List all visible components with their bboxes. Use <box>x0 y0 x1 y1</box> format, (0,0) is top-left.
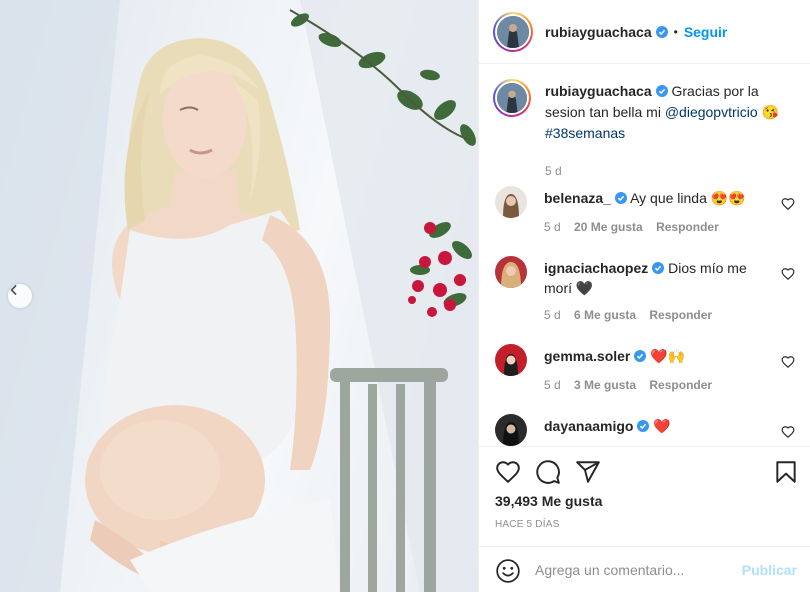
caption-time[interactable]: 5 d <box>545 164 562 178</box>
caption-emoji: 😘 <box>761 104 779 120</box>
comment-input[interactable] <box>535 555 735 585</box>
commenter-avatar[interactable] <box>495 186 527 218</box>
follow-button[interactable]: Seguir <box>684 24 728 40</box>
caption-text: rubiayguachaca Gracias por la sesion tan… <box>545 81 793 144</box>
comment-time[interactable]: 5 d <box>544 378 561 392</box>
comment-meta: 5 d 3 Me gusta Responder <box>544 378 722 392</box>
comment-body: dayanaamigo ❤️ <box>544 416 774 436</box>
comment-like-heart-icon[interactable] <box>781 425 795 439</box>
comment-time[interactable]: 5 d <box>544 220 561 234</box>
verified-badge-icon <box>637 420 650 432</box>
post-header: rubiayguachaca • Seguir <box>479 0 810 64</box>
post-actions: 39,493 Me gusta HACE 5 DÍAS <box>479 446 810 546</box>
smiley-icon[interactable] <box>495 558 521 584</box>
commenter-username[interactable]: gemma.soler <box>544 348 630 364</box>
carousel-prev-button[interactable] <box>8 284 32 308</box>
separator-dot: • <box>673 24 678 39</box>
post-timestamp[interactable]: HACE 5 DÍAS <box>495 519 559 530</box>
commenter-username[interactable]: dayanaamigo <box>544 418 633 434</box>
comment-meta: 5 d 20 Me gusta Responder <box>544 220 729 234</box>
comment-likes[interactable]: 6 Me gusta <box>574 308 636 322</box>
verified-badge-icon <box>655 25 668 38</box>
chevron-left-icon <box>10 285 17 295</box>
author-avatar[interactable] <box>493 11 533 52</box>
post-photo[interactable] <box>0 0 478 592</box>
caption-hashtag[interactable]: #38semanas <box>545 125 625 141</box>
comment-body: ignaciachaopez Dios mío me morí 🖤 <box>544 258 774 298</box>
reply-button[interactable]: Responder <box>649 308 712 322</box>
commenter-avatar[interactable] <box>495 414 527 446</box>
comments-list[interactable]: rubiayguachaca Gracias por la sesion tan… <box>479 65 810 446</box>
comment-bubble-icon[interactable] <box>535 459 561 485</box>
comment-like-heart-icon[interactable] <box>781 197 795 211</box>
paper-plane-icon[interactable] <box>575 459 601 485</box>
bookmark-icon[interactable] <box>773 459 799 485</box>
verified-badge-icon <box>655 85 668 97</box>
comment-composer: Publicar <box>479 546 810 592</box>
caption-username[interactable]: rubiayguachaca <box>545 83 652 99</box>
verified-badge-icon <box>614 192 627 204</box>
reply-button[interactable]: Responder <box>656 220 719 234</box>
comment-likes[interactable]: 3 Me gusta <box>574 378 636 392</box>
photo-illustration <box>0 0 478 592</box>
caption-mention[interactable]: @diegopvtricio <box>665 104 758 120</box>
commenter-avatar[interactable] <box>495 344 527 376</box>
comment-like-heart-icon[interactable] <box>781 355 795 369</box>
reply-button[interactable]: Responder <box>649 378 712 392</box>
comment-body: gemma.soler ❤️🙌 <box>544 346 774 366</box>
comment-body: belenaza_ Ay que linda 😍😍 <box>544 188 774 208</box>
verified-badge-icon <box>634 350 647 362</box>
commenter-username[interactable]: belenaza_ <box>544 190 611 206</box>
commenter-avatar[interactable] <box>495 256 527 288</box>
comment-like-heart-icon[interactable] <box>781 267 795 281</box>
commenter-username[interactable]: ignaciachaopez <box>544 260 648 276</box>
comment-time[interactable]: 5 d <box>544 308 561 322</box>
comment-text: ❤️ <box>653 418 671 434</box>
comment-meta: 5 d 6 Me gusta Responder <box>544 308 722 322</box>
publish-button[interactable]: Publicar <box>742 562 797 578</box>
comment-text: ❤️🙌 <box>650 348 686 364</box>
comment-text: Ay que linda 😍😍 <box>630 190 746 206</box>
likes-count[interactable]: 39,493 Me gusta <box>495 493 602 509</box>
post-side-panel: rubiayguachaca • Seguir rubiayguachaca G… <box>478 0 810 592</box>
caption-avatar[interactable] <box>493 79 531 117</box>
heart-icon[interactable] <box>495 459 521 485</box>
comment-likes[interactable]: 20 Me gusta <box>574 220 643 234</box>
verified-badge-icon <box>652 262 665 274</box>
author-username[interactable]: rubiayguachaca <box>545 24 652 40</box>
